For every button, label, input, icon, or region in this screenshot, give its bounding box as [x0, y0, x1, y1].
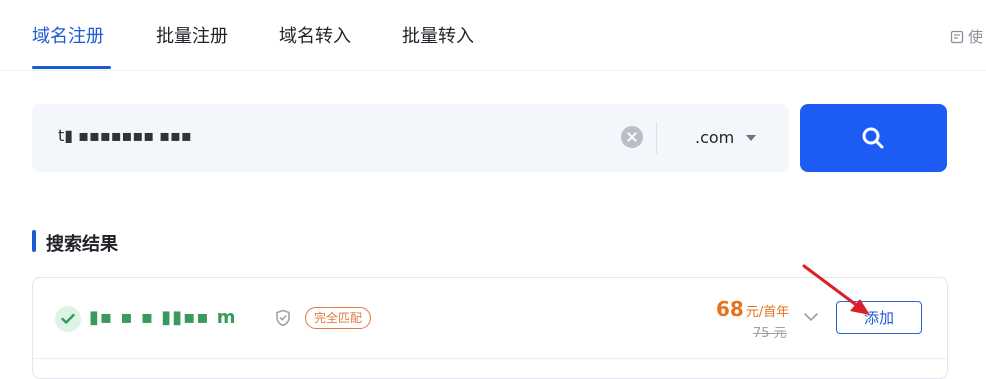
- shield-icon: [276, 309, 290, 327]
- annotation-arrow-icon: [802, 264, 870, 315]
- available-check-icon: [55, 306, 81, 332]
- tab-batch-register[interactable]: 批量注册: [156, 22, 228, 48]
- document-icon: [950, 30, 964, 44]
- active-tab-indicator: [32, 66, 111, 69]
- price-unit: 元/首年: [745, 305, 790, 320]
- search-box: t▮ ▪▪▪▪▪▪▪ ▪▪▪ .com: [32, 104, 789, 172]
- close-circle-icon[interactable]: [621, 126, 643, 148]
- search-divider: [656, 122, 657, 154]
- caret-down-icon: [746, 135, 757, 141]
- price: 68 元/首年: [716, 297, 789, 321]
- exact-match-badge: 完全匹配: [305, 307, 372, 329]
- tab-bar: 域名注册 批量注册 域名转入 批量转入 使: [0, 0, 986, 71]
- tab-batch-transfer[interactable]: 批量转入: [402, 22, 474, 48]
- tab-domain-transfer[interactable]: 域名转入: [279, 22, 351, 48]
- doc-link[interactable]: 使: [950, 26, 983, 47]
- section-title: 搜索结果: [46, 234, 118, 255]
- tld-value: .com: [695, 128, 735, 147]
- domain-search-input[interactable]: t▮ ▪▪▪▪▪▪▪ ▪▪▪: [58, 126, 618, 150]
- result-domain-name: ▮▪ ▪ ▪ ▮▮▪▪ m: [89, 307, 237, 328]
- doc-link-label: 使: [968, 28, 984, 46]
- tld-dropdown[interactable]: .com: [695, 128, 757, 147]
- search-button[interactable]: [800, 104, 947, 172]
- section-title-bar: [32, 230, 36, 252]
- price-value: 68: [716, 297, 744, 321]
- result-divider: [33, 358, 947, 359]
- original-price: 75 元: [753, 326, 787, 341]
- tab-domain-register[interactable]: 域名注册: [32, 22, 104, 48]
- search-icon: [862, 127, 884, 149]
